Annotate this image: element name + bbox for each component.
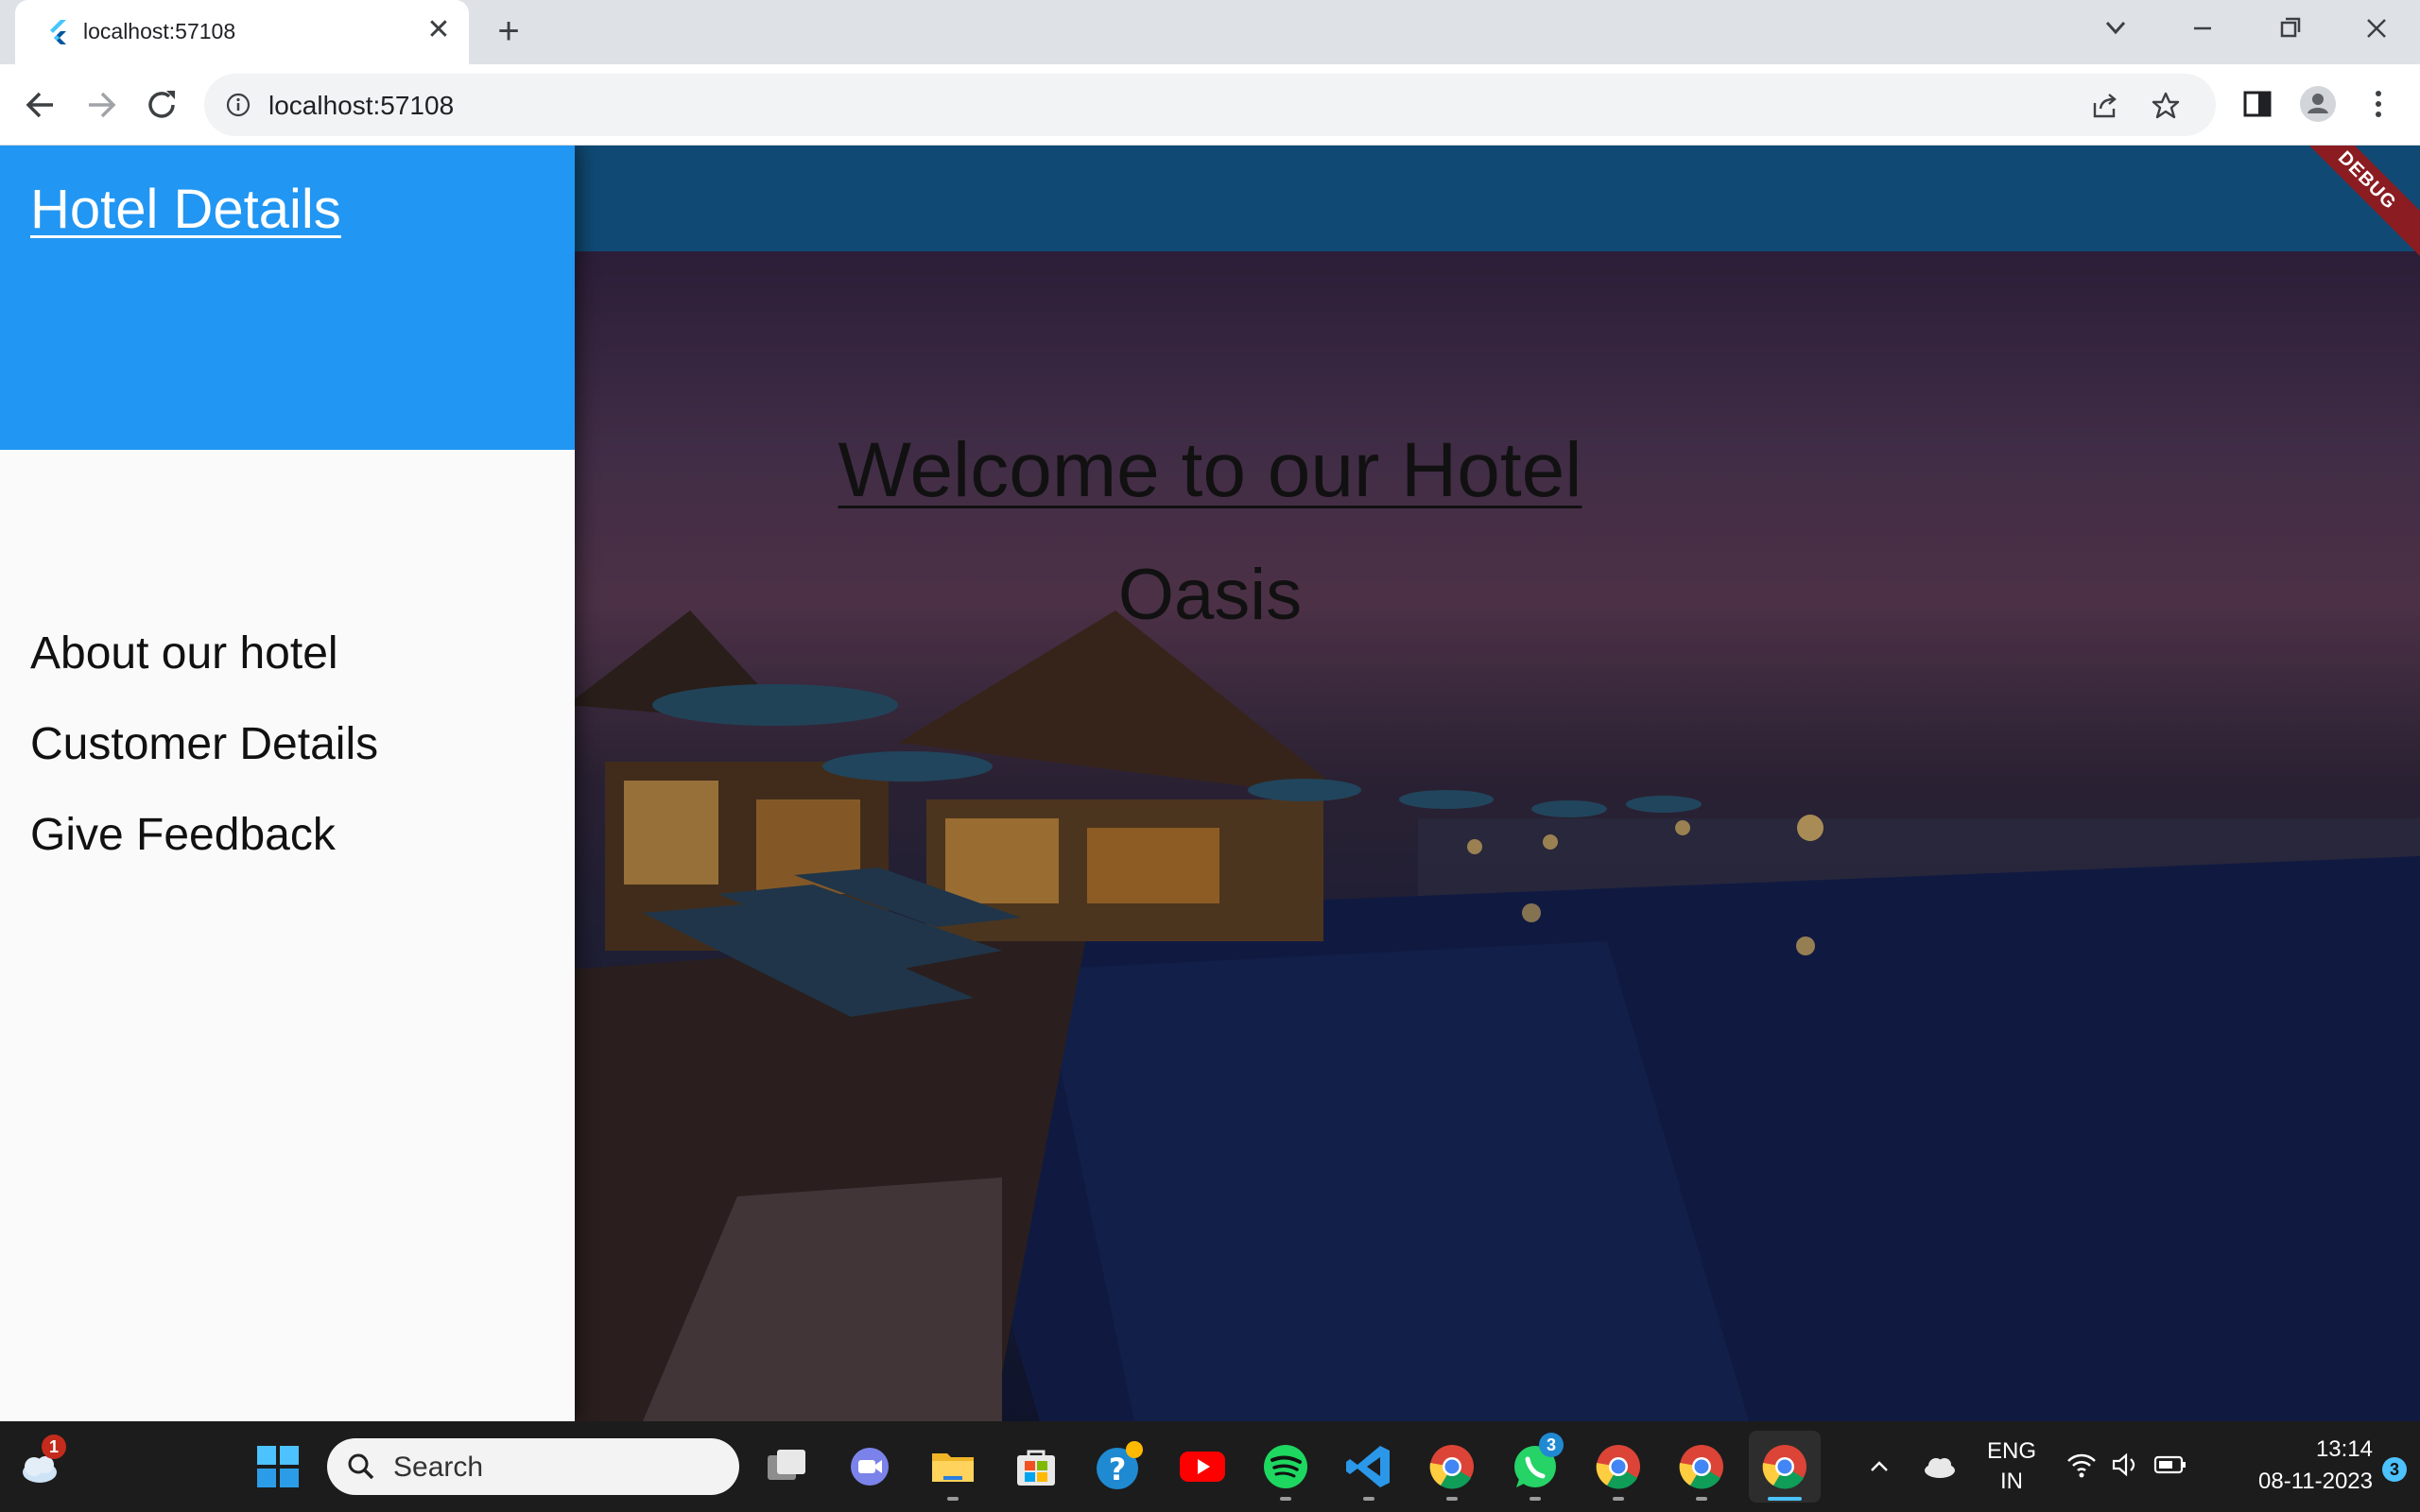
restore-icon[interactable] <box>2261 8 2318 49</box>
search-icon <box>348 1453 374 1480</box>
search-placeholder: Search <box>393 1452 484 1483</box>
side-panel-icon[interactable] <box>2238 85 2276 123</box>
drawer-item-feedback[interactable]: Give Feedback <box>30 796 560 875</box>
close-icon[interactable] <box>2348 8 2405 49</box>
chrome-icon-3[interactable] <box>1675 1440 1728 1493</box>
clock-time[interactable]: 13:14 <box>2250 1436 2373 1463</box>
chrome-icon-active[interactable] <box>1758 1440 1811 1493</box>
language-indicator-in[interactable]: IN <box>1983 1469 2040 1495</box>
weather-badge: 1 <box>42 1435 66 1459</box>
file-explorer-icon[interactable] <box>926 1440 979 1493</box>
youtube-icon[interactable] <box>1176 1440 1229 1493</box>
show-hidden-icons-chevron-icon[interactable] <box>1860 1448 1898 1486</box>
drawer-item-customer-details[interactable]: Customer Details <box>30 705 560 784</box>
microsoft-store-icon[interactable] <box>1010 1440 1063 1493</box>
chrome-running-indicator-1 <box>1446 1497 1458 1501</box>
chrome-active-indicator <box>1768 1497 1802 1501</box>
clock-date[interactable]: 08-11-2023 <box>2212 1469 2373 1495</box>
welcome-heading: Welcome to our Hotel <box>838 427 1582 513</box>
vscode-running-indicator <box>1363 1497 1374 1501</box>
chrome-running-indicator-2 <box>1613 1497 1624 1501</box>
drawer-header: Hotel Details <box>0 146 575 450</box>
svg-text:?: ? <box>1109 1452 1127 1487</box>
notification-badge[interactable]: 3 <box>2382 1457 2407 1482</box>
chrome-icon[interactable] <box>1426 1440 1478 1493</box>
hotel-name: Oasis <box>1117 555 1303 635</box>
drawer-item-about[interactable]: About our hotel <box>30 614 560 694</box>
volume-icon[interactable] <box>2108 1448 2142 1482</box>
flutter-app: Welcome to our Hotel Oasis DEBUG Hotel D… <box>0 146 2420 1421</box>
battery-icon[interactable] <box>2152 1448 2189 1482</box>
flutter-favicon-icon <box>50 20 66 44</box>
language-indicator-eng[interactable]: ENG <box>1983 1438 2040 1465</box>
new-tab-button[interactable]: + <box>490 12 527 51</box>
profile-avatar-icon[interactable] <box>2299 85 2337 123</box>
taskbar-search[interactable]: Search <box>327 1438 739 1495</box>
navigation-drawer: Hotel Details About our hotel Customer D… <box>0 146 575 1421</box>
wifi-icon[interactable] <box>2065 1448 2099 1482</box>
vscode-icon[interactable] <box>1342 1440 1395 1493</box>
spotify-running-indicator <box>1280 1497 1291 1501</box>
get-help-icon[interactable]: ? <box>1093 1440 1146 1493</box>
task-view-icon[interactable] <box>760 1440 813 1493</box>
address-bar[interactable]: localhost:57108 <box>204 74 2216 136</box>
onedrive-icon[interactable] <box>1919 1448 1961 1486</box>
minimize-icon[interactable] <box>2174 8 2231 49</box>
url-text[interactable]: localhost:57108 <box>268 91 454 121</box>
tab-title: localhost:57108 <box>83 19 236 43</box>
spotify-icon[interactable] <box>1259 1440 1312 1493</box>
chrome-running-indicator-3 <box>1696 1497 1707 1501</box>
browser-toolbar: localhost:57108 <box>0 64 2420 146</box>
bookmark-star-icon[interactable] <box>2150 90 2182 122</box>
reload-icon[interactable] <box>138 81 185 129</box>
windows-start-icon[interactable] <box>251 1440 304 1493</box>
whatsapp-running-indicator <box>1530 1497 1541 1501</box>
browser-tab[interactable]: localhost:57108 ✕ <box>15 0 469 64</box>
chevron-down-icon[interactable] <box>2087 8 2144 49</box>
back-arrow-icon[interactable] <box>17 81 64 129</box>
forward-arrow-icon[interactable] <box>78 81 125 129</box>
close-tab-icon[interactable]: ✕ <box>422 13 456 47</box>
taskbar: 1 Search ? 3 ENG IN 13:14 08-11-2023 3 <box>0 1421 2420 1512</box>
chrome-icon-2[interactable] <box>1592 1440 1645 1493</box>
more-menu-icon[interactable] <box>2360 85 2397 123</box>
explorer-running-indicator <box>947 1497 959 1501</box>
tab-strip: localhost:57108 ✕ + <box>0 0 2420 64</box>
teams-chat-icon[interactable] <box>843 1440 896 1493</box>
whatsapp-badge: 3 <box>1539 1433 1564 1457</box>
share-icon[interactable] <box>2089 90 2121 122</box>
drawer-title[interactable]: Hotel Details <box>30 178 341 241</box>
site-info-icon[interactable] <box>225 92 251 118</box>
